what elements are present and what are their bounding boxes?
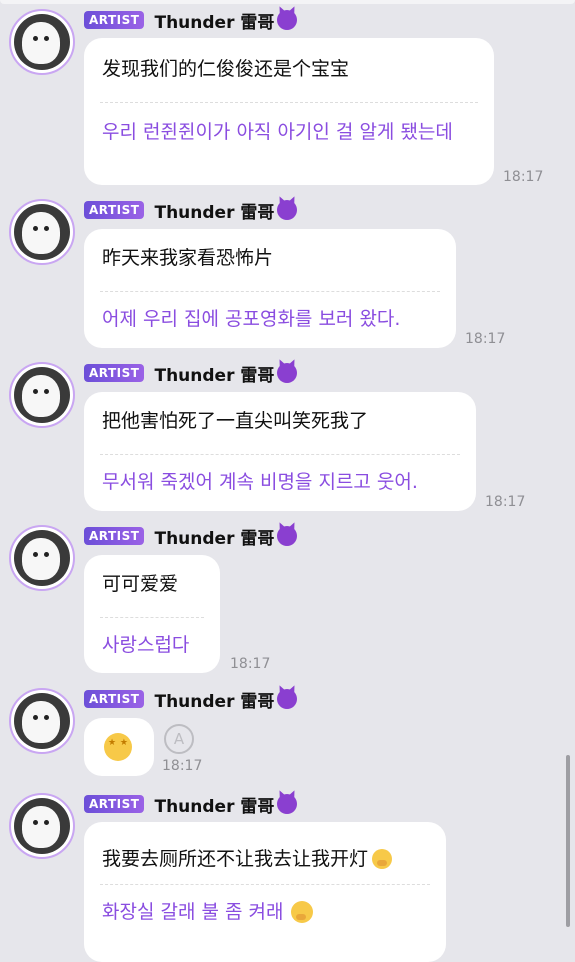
chinese-text-row: 我要去厕所还不让我去让我开灯 [102,822,428,880]
korean-translation: 어제 우리 집에 공포영화를 보러 왔다. [102,308,401,330]
timestamp: 18:17 [162,758,203,774]
message-bubble[interactable]: 可可爱爱 사랑스럽다 [84,555,220,673]
smiling-devil-icon [277,363,298,383]
artist-badge: ARTIST [84,11,145,29]
timestamp: 18:17 [503,169,544,185]
sender-name: Thunder 雷哥 [154,528,275,549]
message-bubble[interactable]: 把他害怕死了一直尖叫笑死我了 무서워 죽겠어 계속 비명을 지르고 웃어. [84,392,476,511]
scrollbar[interactable] [566,755,570,927]
message-bubble[interactable] [84,718,154,776]
korean-translation: 무서워 죽겠어 계속 비명을 지르고 웃어. [102,471,418,493]
top-bar [0,0,575,4]
sender-name: Thunder 雷哥 [154,691,275,712]
timestamp: 18:17 [465,331,506,347]
message-header: ARTIST Thunder 雷哥 [84,793,298,817]
message-bubble[interactable]: 昨天来我家看恐怖片 어제 우리 집에 공포영화를 보러 왔다. [84,229,456,348]
smiling-devil-icon [277,200,298,220]
korean-translation: 사랑스럽다 [102,634,190,656]
sender-name: Thunder 雷哥 [154,12,275,33]
timestamp: 18:17 [485,494,526,510]
smiling-devil-icon [277,689,298,709]
artist-badge: ARTIST [84,527,145,545]
message-bubble[interactable]: 我要去厕所还不让我去让我开灯 화장실 갈래 불 좀 켜래 [84,822,446,962]
message-header: ARTIST Thunder 雷哥 [84,362,298,386]
avatar[interactable] [9,688,75,754]
artist-badge: ARTIST [84,690,145,708]
message-bubble[interactable]: 发现我们的仁俊俊还是个宝宝 우리 런쥔쥔이가 아직 아기인 걸 알게 됐는데 [84,38,494,185]
avatar[interactable] [9,793,75,859]
artist-badge: ARTIST [84,201,145,219]
chinese-text: 我要去厕所还不让我去让我开灯 [102,848,369,870]
artist-badge: ARTIST [84,795,145,813]
smiling-devil-icon [277,526,298,546]
chinese-text: 昨天来我家看恐怖片 [102,247,274,269]
message-header: ARTIST Thunder 雷哥 [84,199,298,223]
korean-translation: 화장실 갈래 불 좀 켜래 [102,901,284,923]
chinese-text: 把他害怕死了一直尖叫笑死我了 [102,410,369,432]
artist-badge: ARTIST [84,364,145,382]
chinese-text: 发现我们的仁俊俊还是个宝宝 [102,58,350,80]
avatar[interactable] [9,362,75,428]
message-header: ARTIST Thunder 雷哥 [84,525,298,549]
message-header: ARTIST Thunder 雷哥 [84,688,298,712]
korean-translation: 우리 런쥔쥔이가 아직 아기인 걸 알게 됐는데 [102,121,453,143]
star-struck-emoji [104,733,132,761]
chinese-text: 可可爱爱 [102,573,179,595]
smiling-devil-icon [277,794,298,814]
translate-icon[interactable]: A [164,724,194,754]
sender-name: Thunder 雷哥 [154,796,275,817]
avatar[interactable] [9,525,75,591]
message-header: ARTIST Thunder 雷哥 [84,9,298,33]
avatar[interactable] [9,199,75,265]
timestamp: 18:17 [230,656,271,672]
sender-name: Thunder 雷哥 [154,202,275,223]
shushing-face-emoji [372,849,393,869]
avatar[interactable] [9,9,75,75]
shushing-face-emoji [291,901,314,923]
smiling-devil-icon [277,10,298,30]
korean-translation-row: 화장실 갈래 불 좀 켜래 [102,885,428,925]
sender-name: Thunder 雷哥 [154,365,275,386]
